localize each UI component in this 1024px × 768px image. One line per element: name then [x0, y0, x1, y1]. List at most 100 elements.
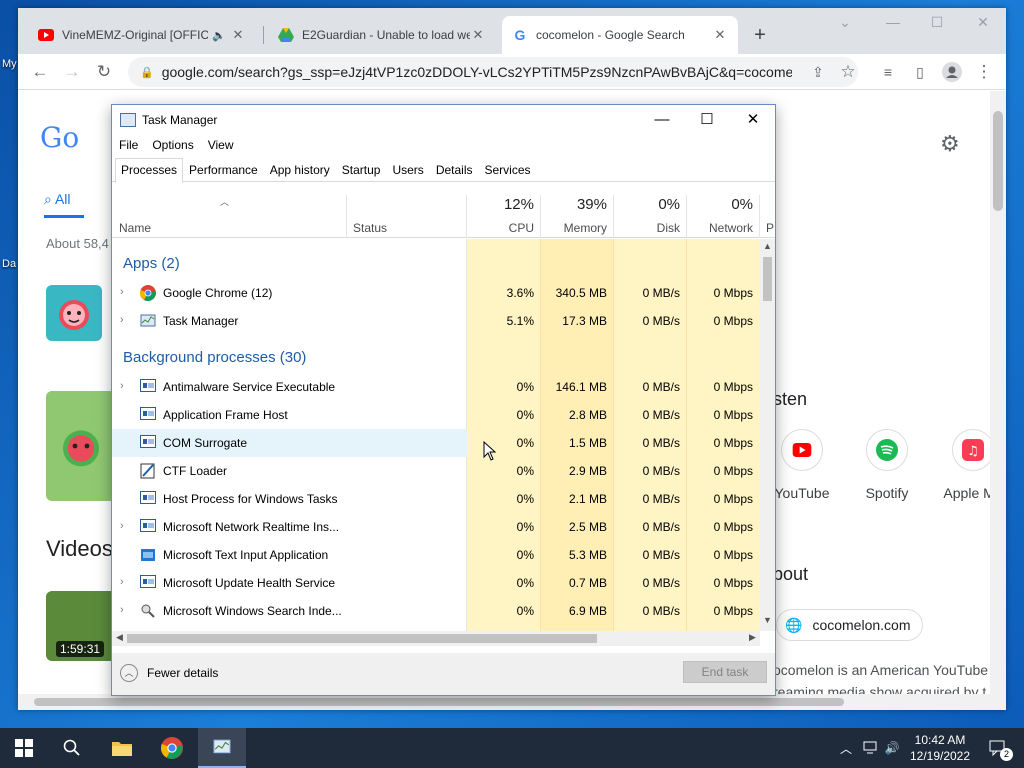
task-manager-icon	[213, 739, 231, 754]
scroll-down-icon[interactable]: ▼	[760, 615, 775, 629]
process-row[interactable]: › Microsoft Windows Search Inde... 0% 6.…	[112, 597, 760, 625]
minimize-button[interactable]: —	[639, 105, 685, 135]
search-button[interactable]	[48, 728, 96, 768]
reload-icon[interactable]: ↻	[92, 60, 116, 84]
page-vertical-scrollbar[interactable]	[990, 91, 1006, 710]
site-chip[interactable]: 🌐 cocomelon.com	[776, 609, 924, 641]
maximize-button[interactable]: ☐	[684, 105, 730, 135]
tab-startup[interactable]: Startup	[336, 158, 387, 182]
vertical-scrollbar[interactable]: ▲ ▼	[760, 239, 775, 631]
process-row[interactable]: › Google Chrome (12) 3.6% 340.5 MB 0 MB/…	[112, 279, 760, 307]
cocomelon-thumbnail[interactable]	[46, 285, 102, 341]
chevron-right-icon[interactable]: ›	[120, 314, 130, 326]
forward-arrow-icon[interactable]: →	[60, 60, 84, 84]
process-row[interactable]: › Microsoft Update Health Service 0% 0.7…	[112, 569, 760, 597]
close-tab-icon[interactable]: ✕	[230, 27, 246, 43]
group-label: Apps (2)	[123, 255, 180, 272]
gear-icon[interactable]: ⚙	[940, 131, 960, 157]
service-apple-music[interactable]: ♫ Apple Mu	[933, 429, 990, 501]
close-button[interactable]: ✕	[730, 105, 776, 135]
tab-processes[interactable]: Processes	[115, 158, 184, 183]
scroll-left-icon[interactable]: ◀	[112, 632, 127, 643]
tab-services[interactable]: Services	[479, 158, 537, 182]
chevron-right-icon[interactable]: ›	[120, 604, 130, 616]
column-status[interactable]: Status	[347, 183, 466, 238]
process-row[interactable]: › Microsoft Network Realtime Ins... 0% 2…	[112, 513, 760, 541]
page-horizontal-scrollbar[interactable]	[18, 694, 990, 710]
browser-tab-youtube[interactable]: VineMEMZ-Original [OFFICIAL 🔈 ✕	[28, 16, 256, 54]
menu-view[interactable]: View	[201, 136, 241, 156]
scrollbar-thumb[interactable]	[127, 634, 597, 643]
share-icon[interactable]: ⇪	[806, 60, 830, 84]
file-explorer-button[interactable]	[98, 728, 146, 768]
back-arrow-icon[interactable]: ←	[28, 60, 52, 84]
process-row[interactable]: COM Surrogate 0% 1.5 MB 0 MB/s 0 Mbps	[112, 429, 760, 457]
scrollbar-thumb[interactable]	[763, 257, 772, 301]
browser-tab-e2guardian[interactable]: E2Guardian - Unable to load web ✕	[268, 16, 496, 54]
notifications-button[interactable]: 2	[978, 728, 1018, 768]
more-menu-icon[interactable]: ⋮	[972, 60, 996, 84]
tab-users[interactable]: Users	[386, 158, 429, 182]
chrome-taskbar-button[interactable]	[148, 728, 196, 768]
start-button[interactable]	[0, 728, 48, 768]
process-row[interactable]: › Task Manager 5.1% 17.3 MB 0 MB/s 0 Mbp…	[112, 307, 760, 335]
address-bar[interactable]: 🔒 google.com/search?gs_ssp=eJzj4tVP1zc0z…	[128, 57, 858, 87]
process-row[interactable]: › Antimalware Service Executable 0% 146.…	[112, 373, 760, 401]
close-window-button[interactable]: ✕	[968, 14, 998, 31]
column-power[interactable]: P	[760, 183, 775, 238]
close-tab-icon[interactable]: ✕	[712, 27, 728, 43]
clock[interactable]: 10:42 AM 12/19/2022	[900, 732, 980, 764]
maximize-button[interactable]: ☐	[922, 14, 952, 31]
menu-file[interactable]: File	[112, 136, 145, 156]
scrollbar-thumb[interactable]	[34, 698, 844, 706]
process-row[interactable]: CTF Loader 0% 2.9 MB 0 MB/s 0 Mbps	[112, 457, 760, 485]
end-task-button[interactable]: End task	[683, 661, 767, 683]
chevron-right-icon[interactable]: ›	[120, 520, 130, 532]
horizontal-scrollbar[interactable]: ◀ ▶	[112, 631, 760, 646]
network-icon[interactable]	[860, 728, 882, 768]
media-controls-icon[interactable]: ≡	[876, 60, 900, 84]
chevron-right-icon[interactable]: ›	[120, 286, 130, 298]
service-spotify[interactable]: Spotify	[847, 429, 927, 501]
search-tab-all[interactable]: ⌕ All	[44, 191, 71, 208]
column-cpu[interactable]: 12% CPU	[467, 183, 540, 238]
group-header-background[interactable]: Background processes (30)	[112, 339, 760, 373]
browser-tab-google[interactable]: G cocomelon - Google Search ✕	[502, 16, 738, 54]
column-name[interactable]: Name	[112, 183, 346, 238]
task-manager-taskbar-button[interactable]	[198, 728, 246, 768]
scrollbar-thumb[interactable]	[993, 111, 1003, 211]
fewer-details-button[interactable]: ︿ Fewer details	[120, 664, 218, 682]
minimize-button[interactable]: —	[878, 14, 908, 30]
column-memory[interactable]: 39% Memory	[541, 183, 613, 238]
lock-icon[interactable]: 🔒	[140, 66, 154, 79]
group-header-apps[interactable]: Apps (2)	[112, 245, 760, 279]
menu-options[interactable]: Options	[145, 136, 200, 156]
tab-details[interactable]: Details	[430, 158, 479, 182]
chevron-right-icon[interactable]: ›	[120, 576, 130, 588]
chevron-up-icon[interactable]: ︿	[836, 728, 856, 768]
desktop-icon-label[interactable]: Da	[2, 258, 16, 270]
process-row[interactable]: Host Process for Windows Tasks 0% 2.1 MB…	[112, 485, 760, 513]
close-tab-icon[interactable]: ✕	[470, 27, 486, 43]
tab-app-history[interactable]: App history	[264, 158, 336, 182]
volume-icon[interactable]: 🔊	[882, 728, 902, 768]
scroll-up-icon[interactable]: ▲	[760, 241, 775, 255]
new-tab-button[interactable]: +	[748, 24, 772, 46]
bookmark-star-icon[interactable]: ☆	[836, 60, 860, 84]
google-doodle-logo[interactable]: Go	[40, 121, 79, 154]
browser-toolbar: ← → ↻ 🔒 google.com/search?gs_ssp=eJzj4tV…	[18, 54, 1006, 90]
chevron-right-icon[interactable]: ›	[120, 380, 130, 392]
side-panel-icon[interactable]: ▯	[908, 60, 932, 84]
process-row[interactable]: Microsoft Text Input Application 0% 5.3 …	[112, 541, 760, 569]
column-network[interactable]: 0% Network	[687, 183, 759, 238]
cocomelon-image[interactable]	[46, 391, 116, 501]
memory-value: 17.3 MB	[562, 314, 607, 328]
chevron-down-icon[interactable]: ⌄	[830, 14, 860, 31]
column-disk[interactable]: 0% Disk	[614, 183, 686, 238]
scroll-right-icon[interactable]: ▶	[745, 632, 760, 643]
tab-performance[interactable]: Performance	[183, 158, 264, 182]
profile-avatar-icon[interactable]	[940, 60, 964, 84]
process-row[interactable]: Application Frame Host 0% 2.8 MB 0 MB/s …	[112, 401, 760, 429]
desktop-icon-label[interactable]: My	[2, 58, 17, 70]
speaker-icon[interactable]: 🔈	[212, 29, 226, 42]
